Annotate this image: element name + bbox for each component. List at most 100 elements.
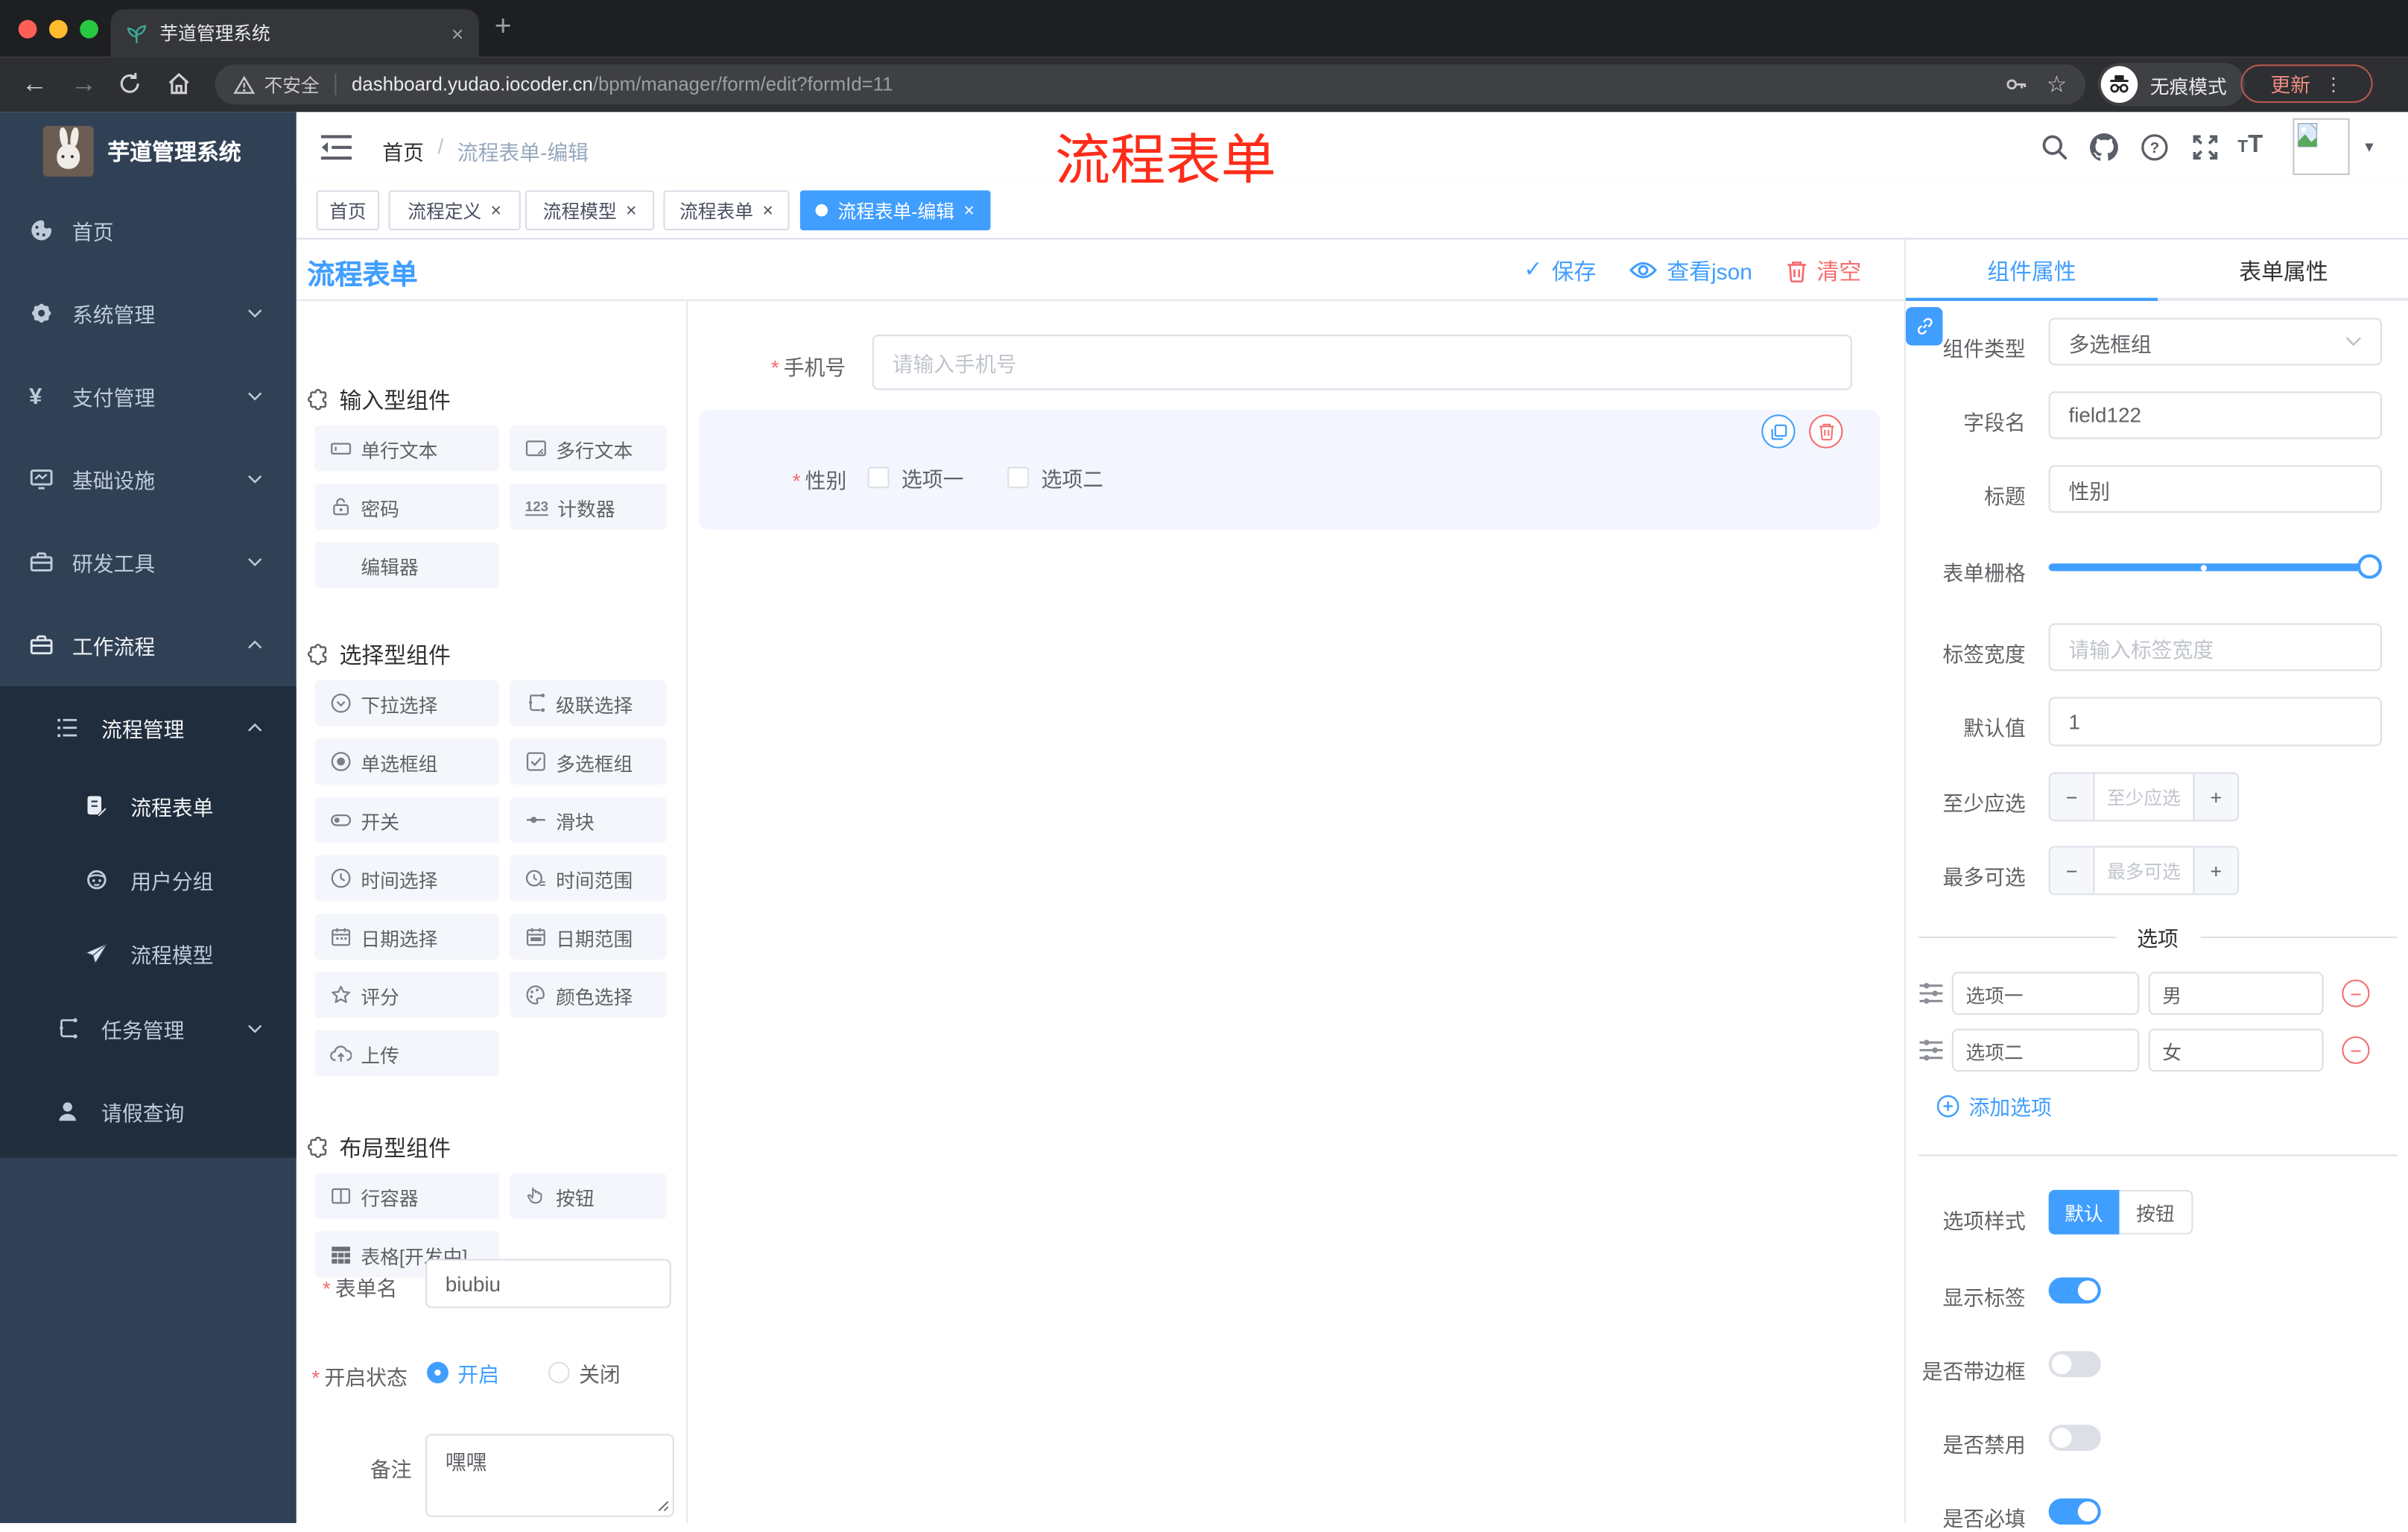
component-editor[interactable]: 编辑器	[314, 542, 499, 589]
copy-component-button[interactable]	[1761, 414, 1796, 449]
sidebar-item-devtools[interactable]: 研发工具	[0, 524, 297, 601]
tab-close-icon[interactable]: ×	[452, 22, 464, 44]
font-size-icon[interactable]: TT	[2237, 132, 2263, 159]
component-color-picker[interactable]: 颜色选择	[510, 972, 667, 1019]
component-time-range[interactable]: 时间范围	[510, 855, 667, 902]
option2-label-input[interactable]: 选项二	[1951, 1028, 2140, 1072]
stepper-plus-button[interactable]: +	[2194, 773, 2238, 820]
tag-process-definition[interactable]: 流程定义 ×	[388, 190, 521, 231]
field-name-input[interactable]: field122	[2048, 391, 2382, 440]
sidebar-logo[interactable]: 芋道管理系统	[0, 112, 297, 189]
view-json-button[interactable]: 查看json	[1629, 254, 1752, 286]
bookmark-star-icon[interactable]: ☆	[2047, 71, 2068, 98]
component-row-container[interactable]: 行容器	[314, 1173, 499, 1220]
window-close-button[interactable]	[18, 19, 37, 39]
update-button[interactable]: 更新 ⋮	[2240, 64, 2373, 104]
breadcrumb-home[interactable]: 首页	[382, 135, 424, 165]
component-radio-group[interactable]: 单选框组	[314, 738, 499, 785]
avatar[interactable]	[2293, 118, 2350, 175]
sidebar-item-infrastructure[interactable]: 基础设施	[0, 440, 297, 517]
fullscreen-icon[interactable]	[2191, 133, 2219, 161]
tag-close-icon[interactable]: ×	[963, 200, 974, 221]
add-option-button[interactable]: 添加选项	[1936, 1090, 2052, 1121]
github-icon[interactable]	[2088, 132, 2119, 162]
tag-process-form-edit[interactable]: 流程表单-编辑 ×	[799, 190, 991, 231]
component-multi-line-text[interactable]: 多行文本	[510, 425, 667, 472]
label-width-input[interactable]: 请输入标签宽度	[2048, 623, 2382, 671]
sidebar-item-process-model[interactable]: 流程模型	[0, 917, 297, 990]
clear-button[interactable]: 清空	[1786, 254, 1861, 286]
status-radio-off[interactable]: 关闭	[548, 1357, 621, 1387]
status-radio-on[interactable]: 开启	[427, 1357, 499, 1387]
component-single-line-text[interactable]: 单行文本	[314, 425, 499, 472]
sidebar-item-process-management[interactable]: 流程管理	[0, 689, 297, 766]
sidebar-collapse-icon[interactable]	[320, 133, 352, 161]
search-icon[interactable]	[2041, 133, 2068, 161]
disabled-toggle[interactable]	[2048, 1425, 2101, 1452]
sidebar-item-system[interactable]: 系统管理	[0, 275, 297, 352]
component-cascader[interactable]: 级联选择	[510, 680, 667, 727]
component-password[interactable]: 密码	[314, 484, 499, 530]
component-checkbox-group[interactable]: 多选框组	[510, 738, 667, 785]
sidebar-item-leave-query[interactable]: 请假查询	[0, 1073, 297, 1150]
component-switch[interactable]: 开关	[314, 797, 499, 843]
home-icon[interactable]	[166, 71, 192, 97]
back-icon[interactable]: ←	[22, 69, 48, 100]
remark-textarea[interactable]: 嘿嘿	[425, 1434, 674, 1517]
stepper-minus-button[interactable]: −	[2050, 773, 2094, 820]
tag-close-icon[interactable]: ×	[626, 200, 636, 221]
component-upload[interactable]: 上传	[314, 1030, 499, 1077]
phone-input[interactable]: 请输入手机号	[872, 335, 1852, 390]
sidebar-item-home[interactable]: 首页	[0, 192, 297, 269]
component-date-picker[interactable]: 日期选择	[314, 913, 499, 960]
gender-checkbox-option2[interactable]: 选项二	[1007, 462, 1103, 493]
browser-tab[interactable]: 芋道管理系统 ×	[110, 9, 480, 57]
border-toggle[interactable]	[2048, 1351, 2101, 1378]
tag-close-icon[interactable]: ×	[762, 200, 773, 221]
remove-option1-button[interactable]: −	[2342, 979, 2370, 1007]
key-icon[interactable]	[2003, 72, 2028, 97]
tab-component-props[interactable]: 组件属性	[1906, 239, 2158, 300]
caret-down-icon[interactable]: ▾	[2365, 136, 2373, 156]
drag-handle-icon[interactable]	[1918, 981, 1944, 1006]
option-style-default-button[interactable]: 默认	[2048, 1189, 2120, 1235]
form-name-input[interactable]: biubiu	[425, 1259, 671, 1308]
new-tab-button[interactable]: +	[495, 10, 512, 44]
browser-menu-icon[interactable]: ⋮	[2325, 73, 2343, 95]
gender-checkbox-option1[interactable]: 选项一	[867, 462, 963, 493]
max-select-input[interactable]: 最多可选	[2093, 847, 2195, 894]
sidebar-item-payment[interactable]: ¥ 支付管理	[0, 358, 297, 434]
form-grid-slider[interactable]	[2048, 554, 2382, 579]
window-zoom-button[interactable]	[80, 19, 98, 39]
component-select[interactable]: 下拉选择	[314, 680, 499, 727]
min-select-input[interactable]: 至少应选	[2093, 773, 2195, 820]
option1-value-input[interactable]: 男	[2148, 972, 2324, 1015]
delete-component-button[interactable]	[1809, 414, 1843, 449]
component-date-range[interactable]: 日期范围	[510, 913, 667, 960]
drag-handle-icon[interactable]	[1918, 1038, 1944, 1063]
tag-process-model[interactable]: 流程模型 ×	[525, 190, 655, 231]
url-bar[interactable]: 不安全 dashboard.yudao.iocoder.cn/bpm/manag…	[215, 64, 2086, 105]
sidebar-item-user-group[interactable]: 用户分组	[0, 843, 297, 917]
stepper-plus-button[interactable]: +	[2194, 847, 2238, 894]
resize-handle-icon[interactable]	[657, 1500, 669, 1512]
stepper-minus-button[interactable]: −	[2050, 847, 2094, 894]
component-time-picker[interactable]: 时间选择	[314, 855, 499, 902]
sidebar-item-workflow[interactable]: 工作流程	[0, 607, 297, 683]
tag-home[interactable]: 首页	[316, 190, 380, 231]
help-icon[interactable]: ?	[2141, 133, 2168, 161]
tab-form-props[interactable]: 表单属性	[2158, 239, 2408, 300]
slider-handle[interactable]	[2357, 554, 2382, 579]
sidebar-item-task-management[interactable]: 任务管理	[0, 990, 297, 1067]
component-rate[interactable]: 评分	[314, 972, 499, 1019]
component-type-select[interactable]: 多选框组	[2048, 317, 2382, 366]
component-slider[interactable]: 滑块	[510, 797, 667, 843]
component-counter[interactable]: 123 计数器	[510, 484, 667, 530]
tag-close-icon[interactable]: ×	[491, 200, 501, 221]
option-style-button-button[interactable]: 按钮	[2119, 1189, 2193, 1235]
component-button[interactable]: 按钮	[510, 1173, 667, 1220]
reload-icon[interactable]	[117, 71, 143, 97]
save-button[interactable]: ✓ 保存	[1524, 254, 1596, 286]
tag-process-form[interactable]: 流程表单 ×	[663, 190, 790, 231]
remove-option2-button[interactable]: −	[2342, 1036, 2370, 1064]
